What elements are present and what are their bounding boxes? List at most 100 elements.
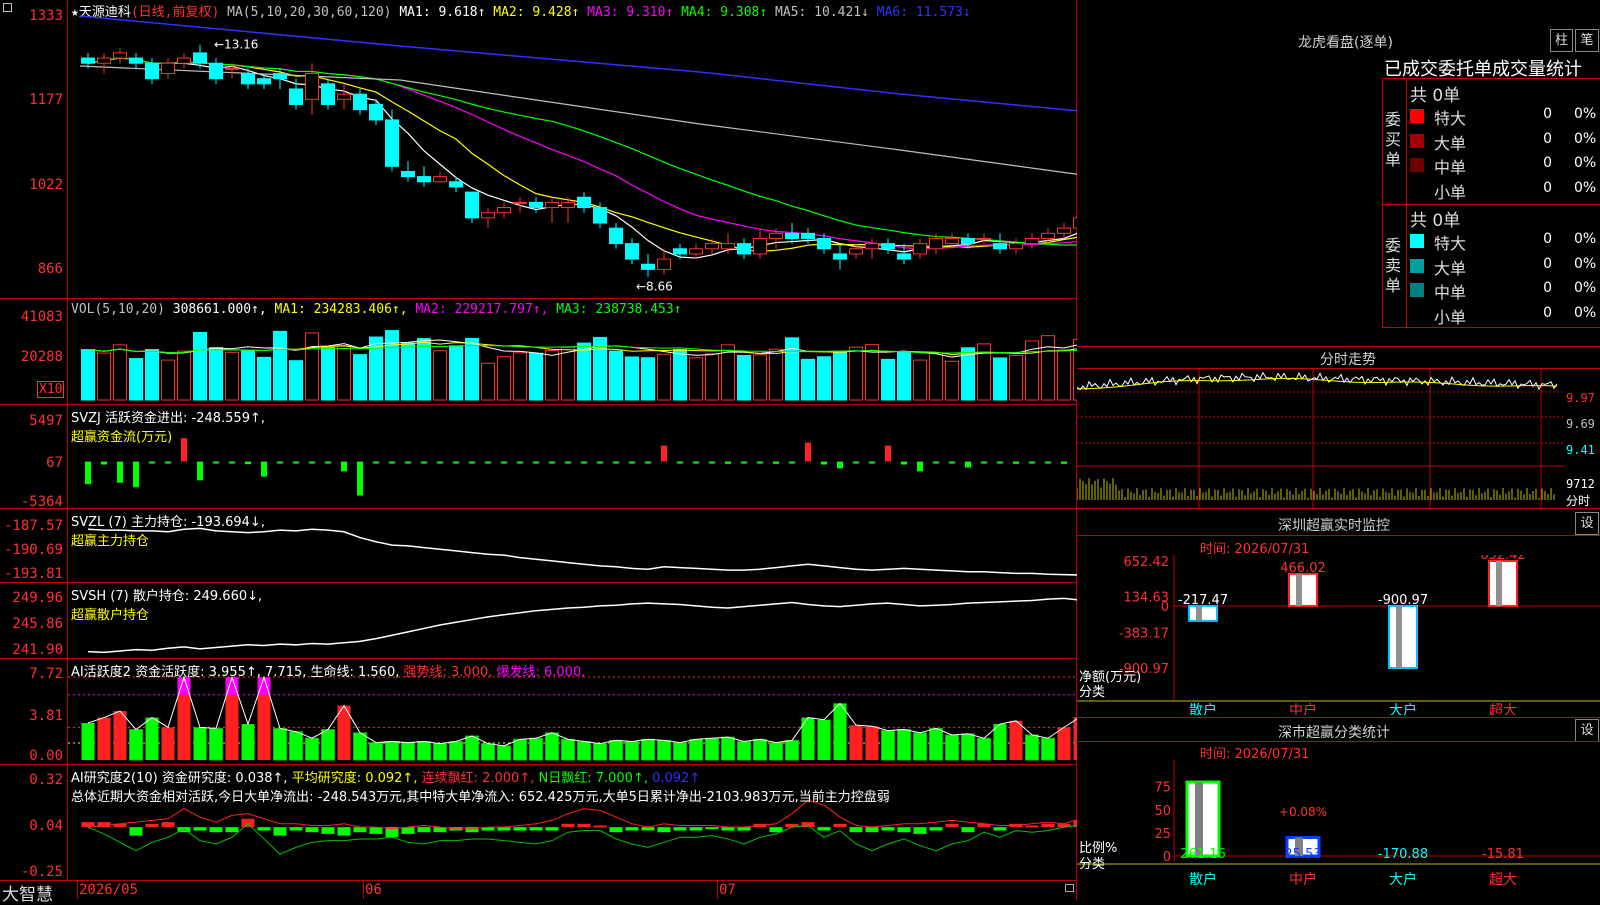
order-count: 0 xyxy=(1543,231,1552,247)
sz-set-button[interactable]: 设 xyxy=(1575,512,1599,535)
svzj-bar xyxy=(757,461,763,464)
lock-icon[interactable] xyxy=(1065,884,1074,892)
order-label: 小单 xyxy=(1434,182,1467,202)
candle-body xyxy=(209,62,223,80)
vol-bar xyxy=(193,332,207,401)
vol-bar xyxy=(225,351,239,401)
aistudy-bar xyxy=(689,827,703,831)
ai2-bar xyxy=(641,738,655,761)
vol-bar xyxy=(273,330,287,401)
svzj-bar xyxy=(117,461,123,483)
vol-bar xyxy=(945,360,959,401)
candle-body xyxy=(593,207,607,224)
svzj-bar xyxy=(677,461,683,464)
vol-bar xyxy=(865,344,879,401)
vol-bar xyxy=(161,359,175,401)
buy-total: 共 0单 xyxy=(1410,86,1461,106)
vol-bar xyxy=(689,357,703,401)
candle xyxy=(1025,233,1039,249)
candle-body xyxy=(225,67,239,70)
aistudy-bar xyxy=(897,827,911,833)
aistudy-bar xyxy=(241,818,255,828)
vol-bar xyxy=(849,346,863,401)
fs-axis-2: 9.41 xyxy=(1566,443,1595,457)
svzj-bar xyxy=(805,442,811,462)
vol-seg-4: MA3: 238738.453↑ xyxy=(556,302,682,317)
candle xyxy=(625,238,639,265)
date-tick-2 xyxy=(717,881,718,899)
svzj-bar xyxy=(437,461,443,464)
sz-title-line xyxy=(1077,535,1600,536)
aistudy-bar xyxy=(353,827,367,833)
aistudy-bar xyxy=(833,823,847,828)
candle xyxy=(833,243,847,270)
ai2-bar xyxy=(929,727,943,761)
aistudy-bar xyxy=(497,827,511,831)
svzj-bar xyxy=(469,461,475,464)
ss-set-button[interactable]: 设 xyxy=(1575,719,1599,742)
vol-bar xyxy=(353,354,367,401)
aistudy-bar xyxy=(705,827,719,830)
ss-cat: 超大 xyxy=(1489,872,1517,888)
bar-mode-button[interactable]: 柱 xyxy=(1550,29,1573,52)
svzj-bar xyxy=(501,461,507,464)
ss-cat: 中户 xyxy=(1289,871,1317,888)
svzj-bar xyxy=(85,461,91,485)
order-label: 中单 xyxy=(1434,283,1467,302)
ai2-bar xyxy=(1009,720,1023,760)
candle xyxy=(577,192,591,213)
ai2-bar xyxy=(209,727,223,761)
ai2-bar xyxy=(497,745,511,761)
ma-line-2 xyxy=(87,57,1077,252)
ai2-bar xyxy=(753,738,767,761)
aistudy-bar xyxy=(417,827,431,833)
ss-title: 深市超赢分类统计 xyxy=(1278,725,1390,741)
sz-bar xyxy=(1188,604,1218,622)
ai2-bar xyxy=(961,733,975,761)
vol-bar xyxy=(913,359,927,401)
ai2-bar xyxy=(897,729,911,761)
candle xyxy=(321,78,335,110)
candle-body xyxy=(369,103,383,121)
vol-bar xyxy=(449,345,463,401)
aistudy-seg-4: 0.092↑ xyxy=(652,771,701,786)
vol-bar xyxy=(929,352,943,401)
aistudy-bar xyxy=(1025,825,1039,828)
color-swatch xyxy=(1410,182,1424,197)
vol-bar xyxy=(1025,340,1039,401)
candle-body xyxy=(1057,227,1071,234)
app-logo[interactable]: 大智慧 xyxy=(2,880,53,905)
lhb-title: 龙虎看盘(逐单) xyxy=(1298,35,1393,51)
aistudy-bar xyxy=(321,827,335,834)
ai2-bar xyxy=(817,719,831,760)
vol-bar xyxy=(1009,354,1023,401)
svsh-line2: 超赢散户持仓 xyxy=(71,608,150,623)
svzj-bar xyxy=(101,461,107,465)
candle-body xyxy=(545,201,559,209)
vol-bar xyxy=(97,352,111,401)
pen-mode-button[interactable]: 笔 xyxy=(1575,29,1599,52)
svzj-bar xyxy=(965,461,971,468)
left-charts: ←13.16 ←8.66 xyxy=(68,15,1077,855)
candle-body xyxy=(529,201,543,209)
ai2-bar xyxy=(145,717,159,760)
candle xyxy=(705,238,719,254)
aistudy-bar xyxy=(401,827,415,834)
order-pct: 0% xyxy=(1574,231,1597,247)
ai2-bar xyxy=(417,741,431,761)
candle-body xyxy=(929,237,943,250)
ai2-bar xyxy=(769,742,783,761)
svzj-bar xyxy=(165,461,171,464)
candle xyxy=(481,207,495,229)
ss-tick-3: 0 xyxy=(1163,850,1171,865)
aistudy-bar xyxy=(625,827,639,831)
candle xyxy=(513,197,527,213)
vol-bar xyxy=(401,342,415,401)
ai2-bar xyxy=(193,727,207,760)
candle-body xyxy=(705,243,719,250)
ss-bar-group: -170.88 大户 xyxy=(1378,847,1428,888)
date-label-1: 06 xyxy=(365,882,382,898)
candle-body xyxy=(785,232,799,239)
order-count: 0 xyxy=(1543,280,1552,296)
aistudy-bar xyxy=(945,823,959,828)
